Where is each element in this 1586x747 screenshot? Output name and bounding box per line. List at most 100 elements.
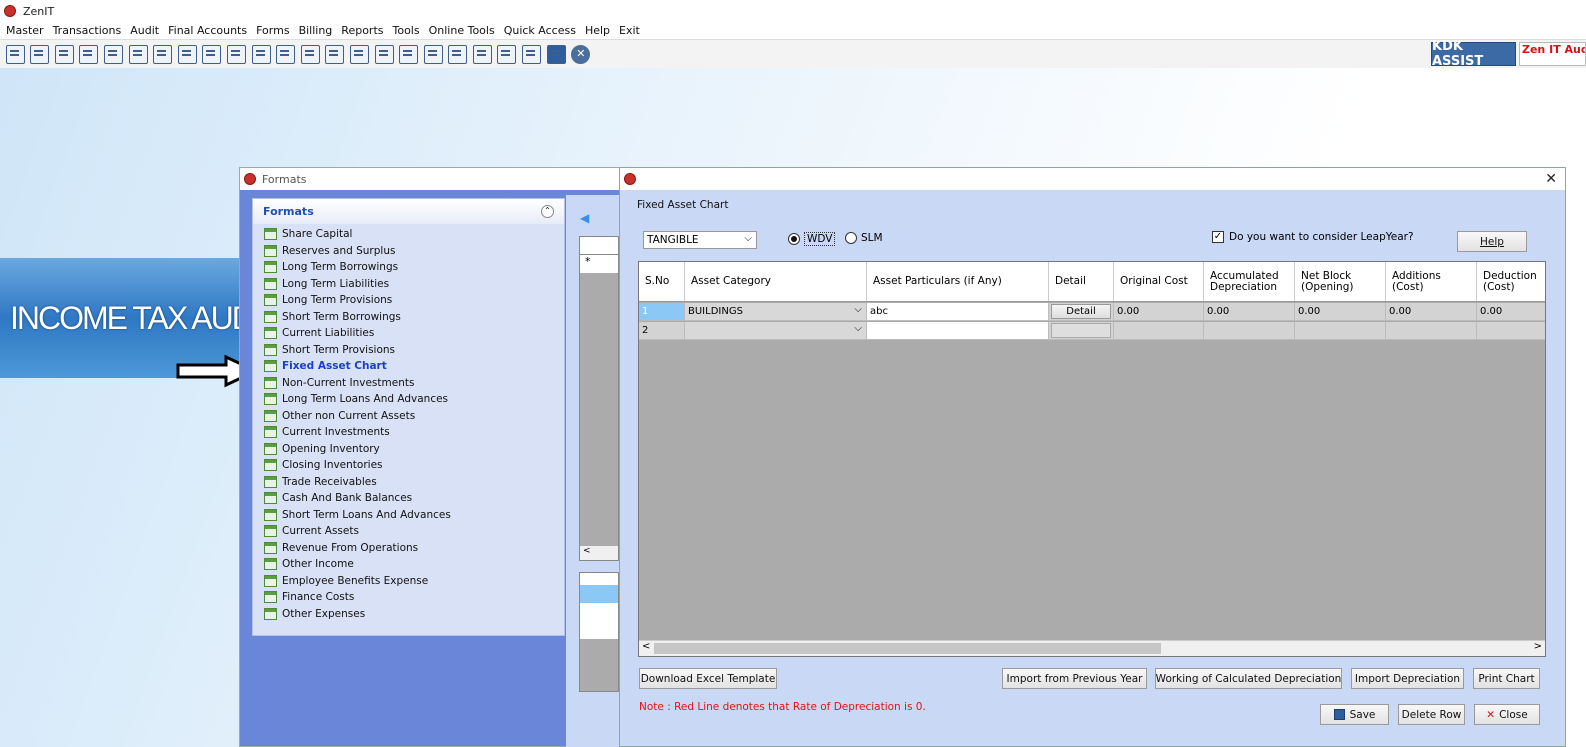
format-item[interactable]: Current Assets: [253, 523, 564, 540]
working-calculated-depreciation-button[interactable]: Working of Calculated Depreciation: [1155, 668, 1342, 689]
cell-deduction[interactable]: 0.00: [1477, 303, 1545, 320]
import-previous-year-button[interactable]: Import from Previous Year: [1002, 668, 1147, 689]
format-item[interactable]: Current Investments: [253, 424, 564, 441]
cell-particulars[interactable]: abc: [867, 303, 1049, 320]
home-icon[interactable]: [30, 44, 50, 64]
hammer-icon[interactable]: [153, 44, 173, 64]
format-item[interactable]: Other Expenses: [253, 606, 564, 623]
chevron-down-icon[interactable]: ⌵: [854, 304, 862, 315]
col-net-block[interactable]: Net Block (Opening): [1295, 262, 1386, 301]
cell-category[interactable]: BUILDINGS ⌵: [685, 303, 867, 320]
middle-scroll-left-icon[interactable]: <: [580, 546, 618, 560]
col-deduction[interactable]: Deduction (Cost): [1477, 262, 1545, 301]
format-item[interactable]: Long Term Liabilities: [253, 276, 564, 293]
menu-billing[interactable]: Billing: [299, 24, 333, 37]
menu-reports[interactable]: Reports: [341, 24, 383, 37]
calendar-icon[interactable]: [423, 44, 443, 64]
menu-exit[interactable]: Exit: [619, 24, 640, 37]
format-item[interactable]: Trade Receivables: [253, 474, 564, 491]
format-item[interactable]: Fixed Asset Chart: [253, 358, 564, 375]
checkbox-checked-icon[interactable]: ✓: [1212, 231, 1224, 243]
table-row[interactable]: 1 BUILDINGS ⌵ abc Detail 0.00 0.00 0.00 0…: [639, 303, 1545, 321]
format-item[interactable]: Short Term Borrowings: [253, 309, 564, 326]
report-icon[interactable]: [374, 44, 394, 64]
menu-master[interactable]: Master: [6, 24, 44, 37]
format-item[interactable]: Current Liabilities: [253, 325, 564, 342]
calculator-icon[interactable]: [251, 44, 271, 64]
format-item[interactable]: Long Term Borrowings: [253, 259, 564, 276]
format-item[interactable]: Employee Benefits Expense: [253, 573, 564, 590]
cell-original-cost[interactable]: 0.00: [1114, 303, 1204, 320]
zen-auditor-button[interactable]: Zen IT Audito: [1519, 42, 1586, 66]
edit-doc-icon[interactable]: [399, 44, 419, 64]
menu-final-accounts[interactable]: Final Accounts: [168, 24, 247, 37]
menu-quick-access[interactable]: Quick Access: [504, 24, 576, 37]
cell-detail[interactable]: Detail: [1049, 303, 1114, 320]
cell-particulars[interactable]: [867, 322, 1049, 339]
format-item[interactable]: Other Income: [253, 556, 564, 573]
help-button[interactable]: Help: [1457, 231, 1527, 252]
cell-acc-dep[interactable]: 0.00: [1204, 303, 1295, 320]
wdv-radio[interactable]: WDV: [788, 232, 836, 246]
gift-icon[interactable]: [103, 44, 123, 64]
refresh-icon[interactable]: [226, 44, 246, 64]
cell-category[interactable]: ⌵: [685, 322, 867, 339]
format-item[interactable]: Reserves and Surplus: [253, 243, 564, 260]
print-chart-button[interactable]: Print Chart: [1473, 668, 1540, 689]
window-close-icon[interactable]: ✕: [1545, 171, 1557, 187]
pay-icon[interactable]: [300, 44, 320, 64]
format-item[interactable]: Finance Costs: [253, 589, 564, 606]
col-asset-particulars[interactable]: Asset Particulars (if Any): [867, 262, 1049, 301]
register-icon[interactable]: [5, 44, 25, 64]
cell-detail[interactable]: [1049, 322, 1114, 339]
menu-transactions[interactable]: Transactions: [53, 24, 122, 37]
menu-audit[interactable]: Audit: [130, 24, 159, 37]
col-detail[interactable]: Detail: [1049, 262, 1114, 301]
format-item[interactable]: Non-Current Investments: [253, 375, 564, 392]
col-asset-category[interactable]: Asset Category: [685, 262, 867, 301]
detail-button[interactable]: Detail: [1051, 304, 1111, 319]
cell-acc-dep[interactable]: [1204, 322, 1295, 339]
menu-forms[interactable]: Forms: [256, 24, 289, 37]
cell-additions[interactable]: 0.00: [1386, 303, 1477, 320]
table-row[interactable]: 2 ⌵: [639, 322, 1545, 340]
col-additions[interactable]: Additions (Cost): [1386, 262, 1477, 301]
bar-chart-icon[interactable]: [79, 44, 99, 64]
format-item[interactable]: Short Term Loans And Advances: [253, 507, 564, 524]
collapse-left-icon[interactable]: ◀: [580, 211, 589, 225]
collapse-icon[interactable]: ⌃: [541, 205, 554, 218]
detail-button[interactable]: [1051, 323, 1111, 338]
tax-icon[interactable]: [202, 44, 222, 64]
close-button[interactable]: ✕ Close: [1474, 704, 1540, 725]
kdk-assist-button[interactable]: KDK ASSIST: [1431, 39, 1516, 69]
horizontal-scrollbar[interactable]: < >: [639, 640, 1545, 656]
wdv-radio-dot[interactable]: [788, 233, 800, 245]
cell-additions[interactable]: [1386, 322, 1477, 339]
close-icon[interactable]: [571, 44, 591, 64]
col-sno[interactable]: S.No: [639, 262, 685, 301]
format-item[interactable]: Closing Inventories: [253, 457, 564, 474]
3cd-icon[interactable]: [497, 44, 517, 64]
folder-add-icon[interactable]: [448, 44, 468, 64]
pie-chart-icon[interactable]: [276, 44, 296, 64]
scroll-left-icon[interactable]: <: [642, 641, 650, 652]
leapyear-checkbox[interactable]: ✓ Do you want to consider LeapYear?: [1212, 231, 1414, 243]
format-item[interactable]: Opening Inventory: [253, 441, 564, 458]
bs-icon[interactable]: [472, 44, 492, 64]
cell-sno[interactable]: 1: [639, 303, 685, 320]
chevron-down-icon[interactable]: ⌵: [854, 323, 862, 334]
save-button[interactable]: Save: [1320, 704, 1389, 725]
scroll-right-icon[interactable]: >: [1534, 641, 1542, 652]
cell-net-block[interactable]: 0.00: [1295, 303, 1386, 320]
format-item[interactable]: Revenue From Operations: [253, 540, 564, 557]
fac-icon[interactable]: [546, 44, 566, 64]
menu-online-tools[interactable]: Online Tools: [429, 24, 495, 37]
slm-radio-dot[interactable]: [845, 232, 857, 244]
download-template-button[interactable]: Download Excel Template: [639, 668, 777, 689]
col-accumulated-depreciation[interactable]: Accumulated Depreciation: [1204, 262, 1295, 301]
col-original-cost[interactable]: Original Cost: [1114, 262, 1204, 301]
cell-net-block[interactable]: [1295, 322, 1386, 339]
slm-radio[interactable]: SLM: [845, 232, 883, 244]
format-item[interactable]: Short Term Provisions: [253, 342, 564, 359]
building-icon[interactable]: [54, 44, 74, 64]
